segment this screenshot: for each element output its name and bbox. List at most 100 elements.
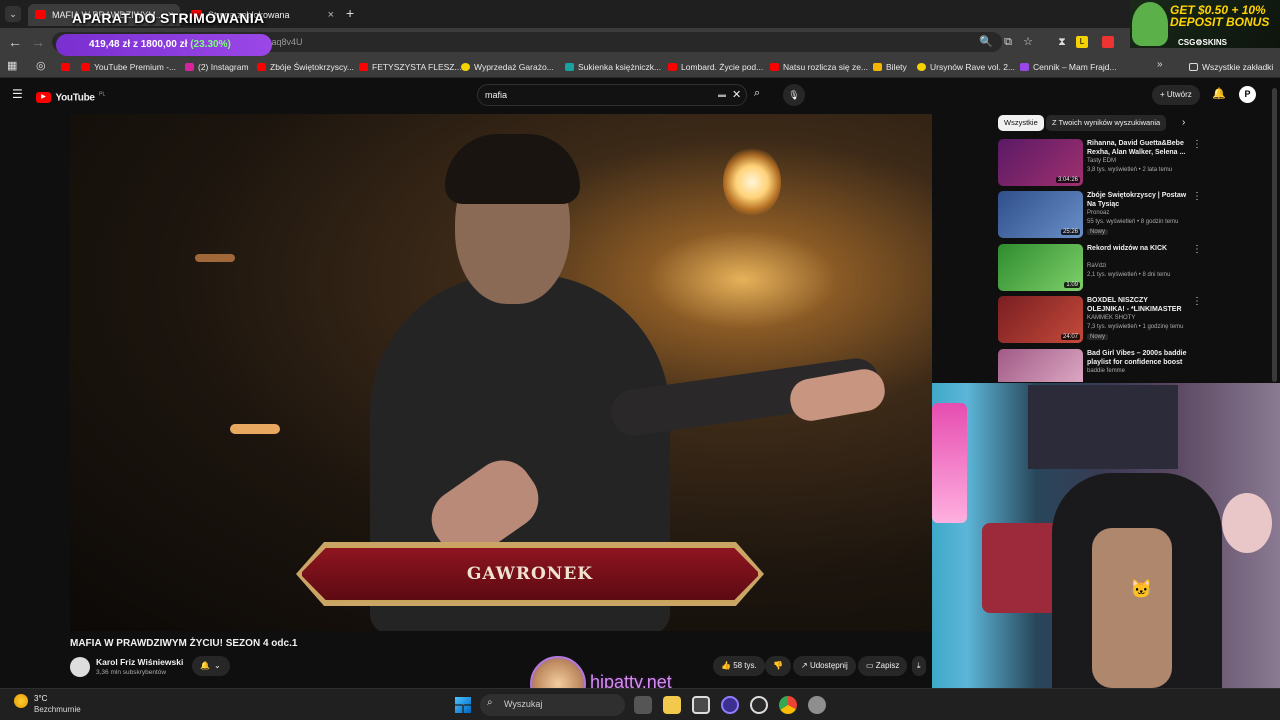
more-bookmarks-icon[interactable]: » [1157,59,1163,70]
new-tab-button[interactable]: + [346,5,354,21]
bookmark-item[interactable]: (2) Instagram [184,60,249,74]
search-icon[interactable]: ⌕ [754,87,760,100]
subscribe-bell-button[interactable]: 🔔 ⌄ [192,656,230,676]
save-button[interactable]: ▭ Zapisz [858,656,908,676]
create-button[interactable]: + Utwórz [1152,85,1200,105]
recommendation-item[interactable]: 24:07 BOXDEL NISZCZY OLEJNIKA! - *LINKIM… [998,296,1202,344]
file-explorer-icon[interactable] [663,696,681,714]
chair-panel [1092,528,1172,688]
more-options-icon[interactable]: ⋮ [1192,244,1202,255]
more-options-icon[interactable]: ⋮ [1192,191,1202,202]
keyboard-icon[interactable]: ▬ [718,85,726,105]
settings-gear-icon[interactable] [808,696,826,714]
chrome-taskbar-icon[interactable] [779,696,797,714]
bookmark-item[interactable]: Wyprzedaż Garażo... [460,60,554,74]
save-icon: ▭ [866,661,876,670]
tab-list-button[interactable]: ⌄ [5,6,21,22]
recommendation-title[interactable]: BOXDEL NISZCZY OLEJNIKA! - *LINKIMASTER … [1087,296,1187,315]
bookmark-item[interactable]: Sukienka księżniczk... [564,60,661,74]
extension-l-icon[interactable]: L [1076,36,1088,48]
video-player[interactable]: GAWRONEK [70,114,932,631]
recommendation-title[interactable]: Rekord widzów na KICK [1087,244,1187,253]
apps-icon[interactable]: ▦ [7,59,17,72]
bookmark-item[interactable]: Bilety [872,60,907,74]
bookmark-item[interactable]: FETYSZYSTA FLESZ... [358,60,462,74]
install-icon[interactable]: ⧉ [1000,34,1016,50]
all-bookmarks-folder[interactable]: Wszystkie zakładki [1188,60,1273,74]
back-button[interactable]: ← [6,33,24,51]
bookmark-star-icon[interactable]: ☆ [1020,34,1036,50]
video-thumbnail[interactable] [998,349,1083,382]
bookmark-item[interactable]: Ursynów Rave vol. 2... [916,60,1015,74]
clear-search-icon[interactable]: ✕ [732,85,741,105]
recommendation-title[interactable]: Bad Girl Vibes – 2000s baddie playlist f… [1087,349,1187,368]
new-badge: Nowy [1087,334,1109,340]
search-input[interactable]: mafia ▬ ✕ [477,84,747,106]
more-options-icon[interactable]: ⋮ [1192,296,1202,307]
sponsor-banner[interactable]: GET $0.50 + 10% DEPOSIT BONUS CSG⚙SKINS [1130,0,1280,48]
download-icon: ⤓ [917,661,921,670]
channel-name[interactable]: Karol Friz Wiśniewski [96,657,183,667]
voice-search-icon[interactable]: 🎙 [783,84,805,106]
chrome-icon[interactable]: ◎ [36,59,46,72]
recommendation-meta: 55 tys. wyświetleń • 8 godzin temu [1087,219,1179,225]
store-icon[interactable] [692,696,710,714]
youtube-icon [770,63,779,71]
zoom-icon[interactable]: 🔍 [978,34,994,50]
recommendation-title[interactable]: Rihanna, David Guetta&Bebe Rexha, Alan W… [1087,139,1187,157]
recommendation-item[interactable]: Bad Girl Vibes – 2000s baddie playlist f… [998,349,1188,382]
download-button[interactable]: ⤓ [912,656,926,676]
start-icon[interactable] [455,697,471,713]
recommendation-channel[interactable]: RaVdzi [1087,263,1106,269]
menu-icon[interactable]: ☰ [12,87,23,101]
recommendation-item[interactable]: 25:26 Zbóje Świętokrzyscy | Postaw Na Ty… [998,191,1202,239]
bookmark-item[interactable]: Lombard. Życie pod... [667,60,763,74]
recommendation-item[interactable]: 3:04:26 Rihanna, David Guetta&Bebe Rexha… [998,139,1202,187]
lamp-light [723,147,781,217]
chip-all[interactable]: Wszystkie [998,115,1044,131]
weather-condition[interactable]: Bezchmurnie [34,705,81,714]
taskbar-search[interactable]: ⌕ Wyszukaj [480,694,625,716]
app-circle-icon[interactable] [721,696,739,714]
recommendation-meta: 2,1 tys. wyświetleń • 8 dni temu [1087,272,1171,278]
weather-temp[interactable]: 3°C [34,694,47,703]
youtube-logo[interactable]: ▶ YouTube PL [36,89,105,104]
recommendation-title[interactable]: Zbóje Świętokrzyscy | Postaw Na Tysiąc [1087,191,1187,209]
obs-icon[interactable] [750,696,768,714]
bookmark-item[interactable]: Zbóje Świętokrzyscy... [256,60,354,74]
close-tab-icon[interactable]: × [328,4,334,26]
dislike-icon: 👎 [773,661,783,670]
recommendation-meta: 3,8 tys. wyświetleń • 2 lata temu [1087,167,1173,173]
chip-next-icon[interactable]: › [1182,117,1185,128]
bookmark-favicon-icon [1020,63,1029,71]
scrollbar[interactable] [1272,88,1277,382]
bookmark-item[interactable] [60,60,74,74]
notifications-icon[interactable]: 🔔 [1212,87,1226,100]
bookmark-label: YouTube Premium -... [94,62,177,72]
extension-red-icon[interactable] [1102,36,1114,48]
dislike-button[interactable]: 👎 [765,656,791,676]
recommendation-channel[interactable]: baddie femme [1087,368,1125,374]
wall-poster [1028,385,1178,469]
bookmark-item[interactable]: Natsu rozlicza się ze... [769,60,868,74]
channel-avatar[interactable] [70,657,90,677]
bookmark-item[interactable]: YouTube Premium -... [80,60,176,74]
task-view-icon[interactable] [634,696,652,714]
cat-logo-icon: 🐱 [1130,579,1153,599]
share-button[interactable]: ↗ Udostępnij [793,656,856,676]
extension-icon[interactable]: ⧗ [1054,34,1070,50]
recommendation-item[interactable]: 1:09 Rekord widzów na KICK RaVdzi 2,1 ty… [998,244,1202,292]
weather-icon[interactable] [14,694,28,708]
recommendation-channel[interactable]: Tasty EDM [1087,158,1116,164]
like-button[interactable]: 👍 58 tys. [713,656,765,676]
recommendation-channel[interactable]: KAMMEK SHOTY [1087,315,1135,321]
youtube-favicon-icon [35,10,46,19]
video-duration: 3:04:26 [1055,177,1080,183]
avatar[interactable]: P [1239,86,1256,103]
more-options-icon[interactable]: ⋮ [1192,139,1202,150]
bookmark-item[interactable]: Cennik – Mam Frajd... [1019,60,1117,74]
chip-from-search[interactable]: Z Twoich wyników wyszukiwania [1046,115,1167,131]
recommendation-channel[interactable]: Pronoaz [1087,210,1109,216]
goal-current: 419,48 zł [89,39,131,50]
forward-button[interactable]: → [29,33,47,51]
